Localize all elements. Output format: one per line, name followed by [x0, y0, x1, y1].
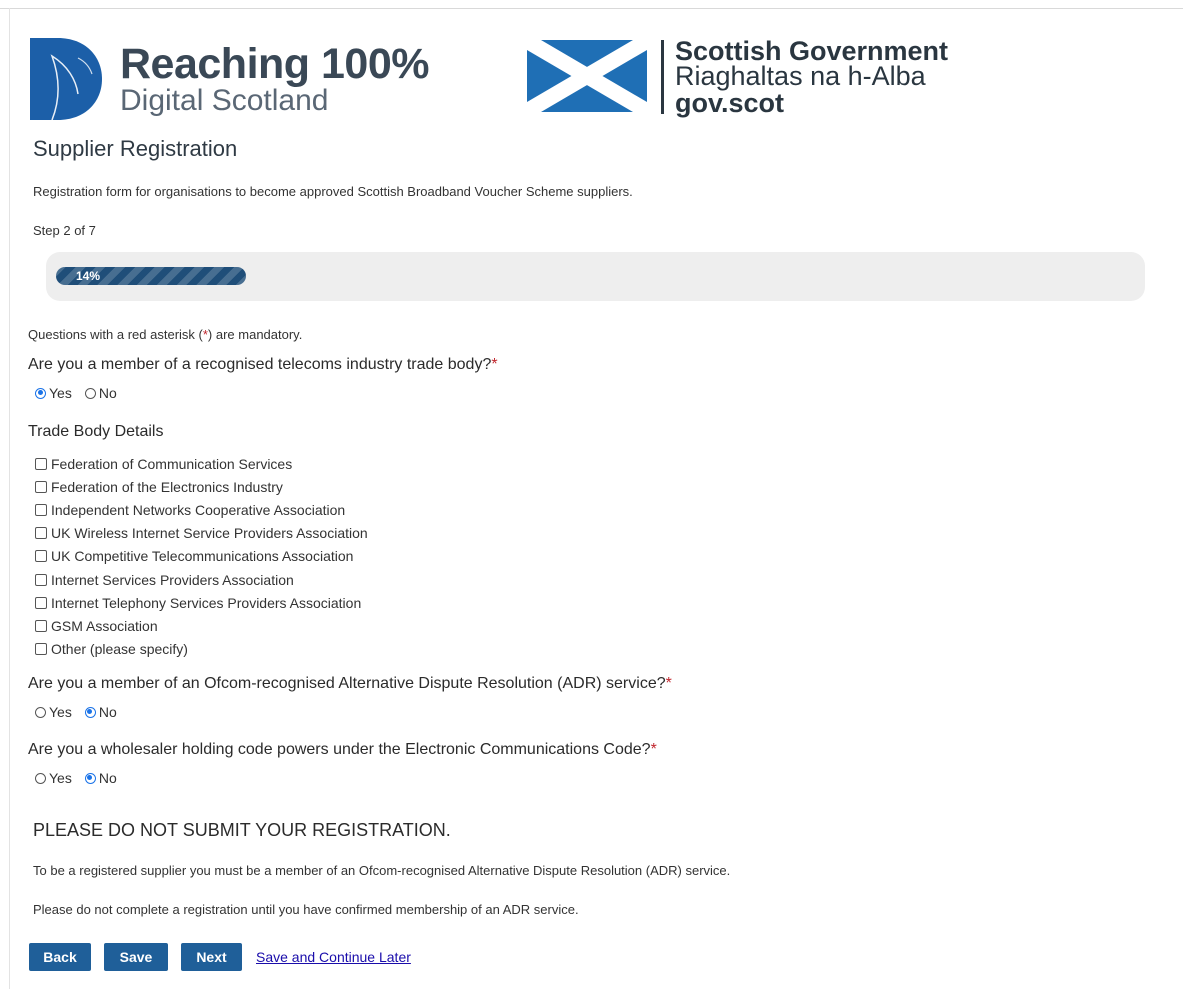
page-description: Registration form for organisations to b… [33, 184, 633, 199]
radio-label: No [98, 770, 117, 786]
logo-divider [661, 40, 664, 114]
radio-label: No [98, 704, 117, 720]
digital-scotland-d-icon [30, 38, 102, 120]
checkbox-label: Internet Telephony Services Providers As… [51, 594, 362, 611]
checkbox[interactable] [35, 596, 47, 609]
page-title: Supplier Registration [33, 136, 238, 161]
radio-label: Yes [49, 385, 72, 401]
progress-label: 14% [76, 269, 101, 283]
checkbox[interactable] [35, 550, 47, 563]
mandatory-note-after: ) are mandatory. [207, 327, 303, 342]
radio-wholesaler-yes[interactable]: Yes [35, 770, 72, 786]
progress-bar: 14% [56, 267, 246, 285]
notice-paragraph-1: To be a registered supplier you must be … [33, 863, 731, 878]
radio-button[interactable] [84, 706, 96, 718]
checkbox[interactable] [35, 480, 47, 493]
radio-adr-no[interactable]: No [84, 704, 117, 720]
radio-trade-body-no[interactable]: No [84, 385, 117, 401]
logo-title: Reaching 100% [120, 40, 429, 88]
next-button[interactable]: Next [181, 943, 242, 971]
question-wholesaler: Are you a wholesaler holding code powers… [28, 741, 657, 759]
required-asterisk: * [665, 675, 672, 692]
radio-group-trade-body: Yes No [35, 385, 130, 401]
radio-label: Yes [49, 770, 72, 786]
question-label: Are you a member of an Ofcom-recognised … [28, 675, 666, 692]
radio-label: Yes [49, 704, 72, 720]
scottish-government-logo: Scottish Government Riaghaltas na h-Alba… [527, 38, 967, 118]
notice-paragraph-2: Please do not complete a registration un… [33, 902, 579, 917]
checkbox-item[interactable]: Internet Telephony Services Providers As… [35, 591, 368, 614]
required-asterisk: * [650, 741, 657, 758]
save-button[interactable]: Save [104, 943, 168, 971]
checkbox-label: Federation of Communication Services [51, 455, 293, 472]
back-button[interactable]: Back [29, 943, 91, 971]
sg-name-gaelic: Riaghaltas na h-Alba [675, 61, 926, 91]
radio-trade-body-yes[interactable]: Yes [35, 385, 72, 401]
required-asterisk: * [491, 356, 498, 373]
checkbox[interactable] [35, 527, 47, 540]
checkbox-item[interactable]: UK Competitive Telecommunications Associ… [35, 545, 368, 568]
radio-button[interactable] [35, 706, 46, 718]
question-trade-body: Are you a member of a recognised telecom… [28, 356, 498, 374]
checkbox-item[interactable]: UK Wireless Internet Service Providers A… [35, 522, 368, 545]
radio-button[interactable] [84, 387, 96, 399]
checkbox-label: Independent Networks Cooperative Associa… [51, 501, 346, 518]
question-label: Are you a wholesaler holding code powers… [28, 741, 651, 758]
checkbox-item[interactable]: Independent Networks Cooperative Associa… [35, 498, 368, 521]
checkbox-label: Internet Services Providers Association [51, 571, 294, 588]
left-border [9, 8, 10, 989]
step-indicator: Step 2 of 7 [33, 223, 96, 238]
radio-button[interactable] [84, 772, 96, 784]
radio-label: No [98, 385, 117, 401]
question-label: Are you a member of a recognised telecom… [28, 356, 492, 373]
checkbox-label: Other (please specify) [51, 641, 188, 658]
checkbox-item[interactable]: Internet Services Providers Association [35, 568, 368, 591]
checkbox-item[interactable]: Federation of Communication Services [35, 452, 368, 475]
checkbox-item[interactable]: GSM Association [35, 614, 368, 637]
radio-button[interactable] [35, 387, 46, 399]
trade-body-details-label: Trade Body Details [28, 423, 164, 440]
progress-track: 14% [46, 252, 1145, 301]
checkbox-label: GSM Association [51, 617, 158, 634]
reaching-100-logo: Reaching 100% Digital Scotland [30, 38, 430, 120]
mandatory-note: Questions with a red asterisk (*) are ma… [28, 327, 302, 342]
trade-body-checkbox-list: Federation of Communication Services Fed… [35, 452, 368, 661]
checkbox[interactable] [35, 619, 47, 632]
checkbox-label: UK Competitive Telecommunications Associ… [51, 548, 354, 565]
checkbox[interactable] [35, 573, 47, 586]
mandatory-note-before: Questions with a red asterisk ( [28, 327, 203, 342]
saltire-flag-icon [527, 40, 647, 112]
radio-wholesaler-no[interactable]: No [84, 770, 117, 786]
radio-group-adr: Yes No [35, 704, 130, 720]
checkbox[interactable] [35, 643, 47, 656]
checkbox-item[interactable]: Federation of the Electronics Industry [35, 475, 368, 498]
question-adr: Are you a member of an Ofcom-recognised … [28, 675, 672, 693]
radio-adr-yes[interactable]: Yes [35, 704, 72, 720]
checkbox-label: Federation of the Electronics Industry [51, 478, 283, 495]
checkbox[interactable] [35, 503, 47, 516]
notice-title: PLEASE DO NOT SUBMIT YOUR REGISTRATION. [33, 820, 451, 840]
checkbox[interactable] [35, 457, 47, 470]
checkbox-item-other[interactable]: Other (please specify) [35, 638, 368, 661]
top-border [0, 8, 1183, 9]
logo-subtitle: Digital Scotland [120, 84, 329, 117]
radio-group-wholesaler: Yes No [35, 770, 130, 786]
checkbox-label: UK Wireless Internet Service Providers A… [51, 525, 368, 542]
radio-button[interactable] [35, 772, 46, 784]
sg-domain: gov.scot [675, 88, 785, 118]
save-and-continue-later-link[interactable]: Save and Continue Later [256, 949, 411, 965]
